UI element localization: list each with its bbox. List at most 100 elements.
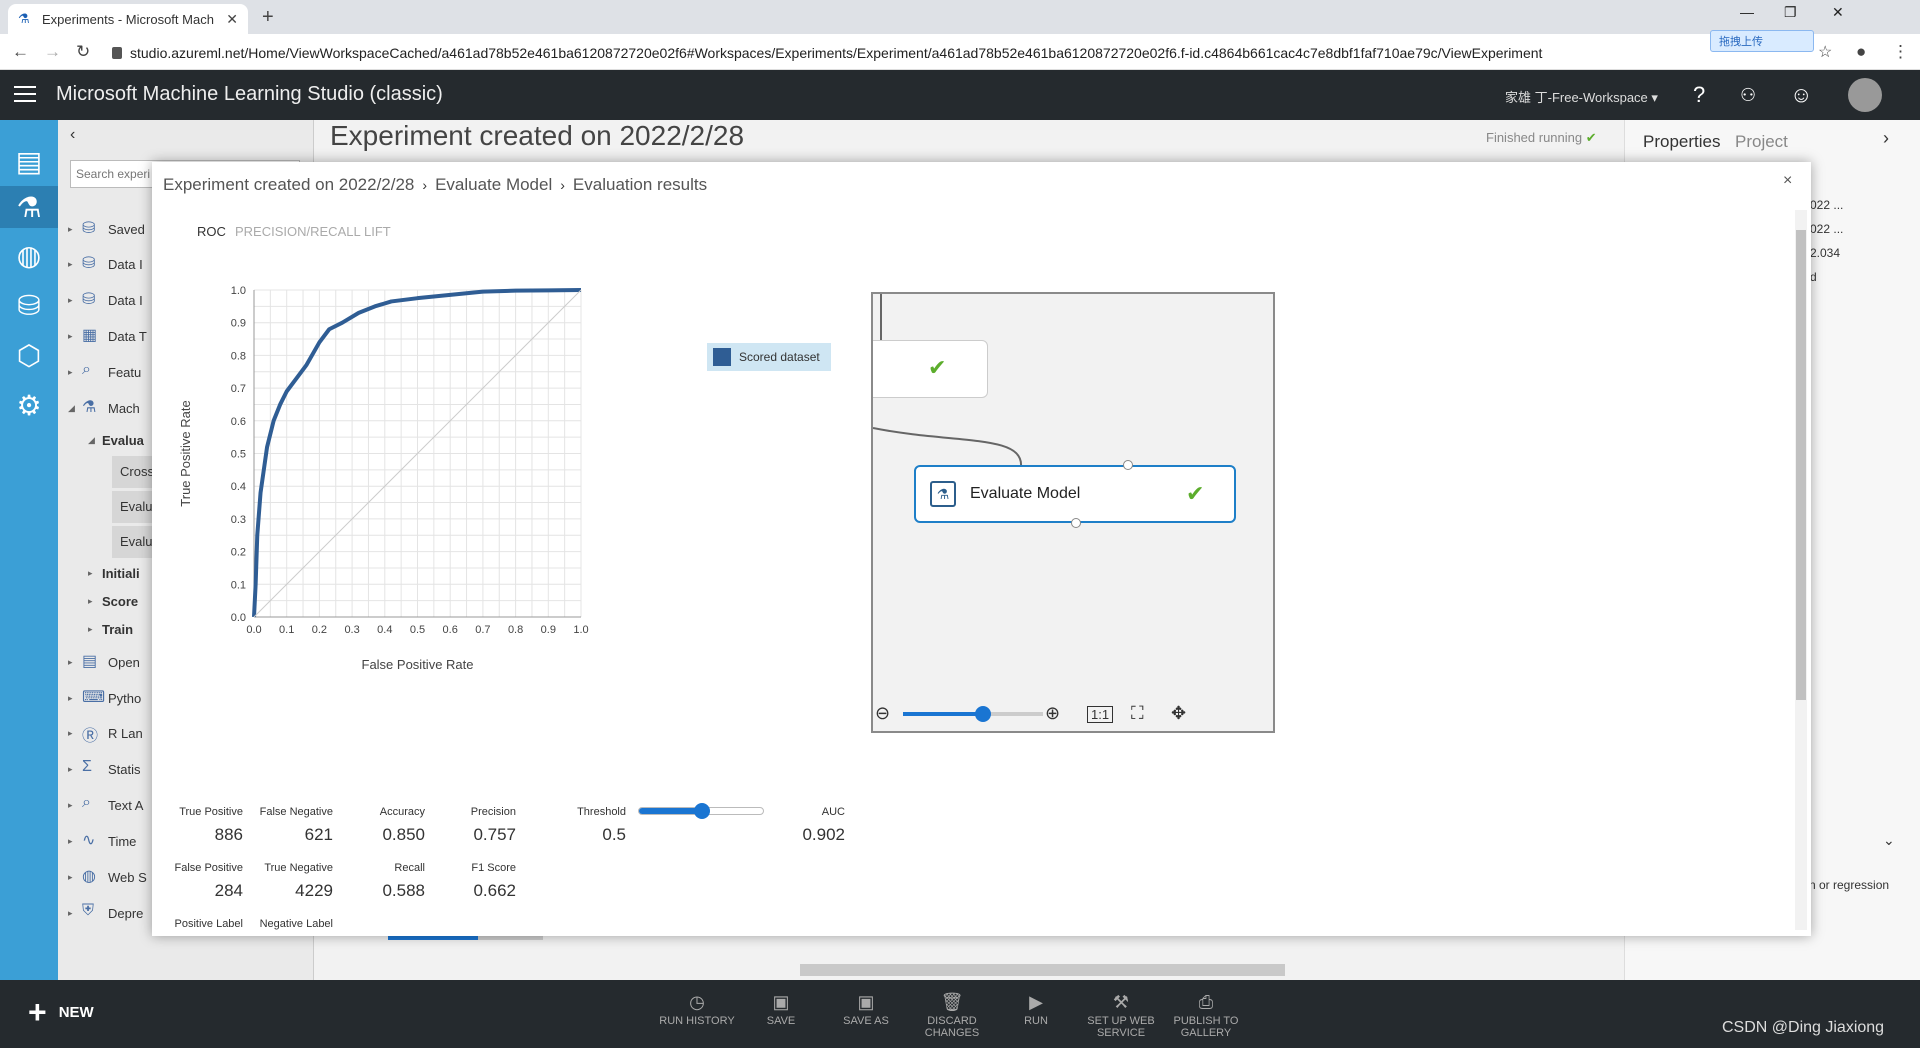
run-history-button[interactable]: ◷ RUN HISTORY	[657, 992, 737, 1027]
community-icon[interactable]: ⚇	[1740, 85, 1756, 106]
profile-icon[interactable]: ●	[1856, 42, 1866, 62]
collapse-palette-icon[interactable]: ‹	[70, 126, 75, 144]
avatar[interactable]	[1848, 78, 1882, 112]
breadcrumb-experiment[interactable]: Experiment created on 2022/2/28	[163, 175, 414, 194]
forward-icon[interactable]: →	[44, 42, 61, 62]
set-up-web-service-button[interactable]: ⚒ SET UP WEB SERVICE	[1081, 992, 1161, 1039]
close-dialog-icon[interactable]: ×	[1783, 172, 1792, 190]
palette-category-item[interactable]: ▸ Σ Statis	[68, 754, 141, 784]
zoom-in-icon[interactable]: ⊕	[1045, 703, 1060, 724]
new-tab-button[interactable]: +	[262, 6, 274, 29]
palette-category-item[interactable]: ▸ ⛨ Depre	[68, 898, 143, 928]
collapsed-caret-icon[interactable]: ▸	[68, 908, 82, 919]
settings-gear-icon[interactable]: ⚙	[8, 384, 50, 426]
palette-category-item[interactable]: ▸ Ⓡ R Lan	[68, 718, 143, 748]
workspace-selector[interactable]: 家雄 丁-Free-Workspace ▾	[1505, 87, 1658, 106]
collapsed-caret-icon[interactable]: ▸	[68, 259, 82, 270]
collapsed-caret-icon[interactable]: ▸	[68, 800, 82, 811]
browser-tab[interactable]: ⚗ Experiments - Microsoft Mach ✕	[8, 4, 248, 34]
url-field[interactable]: studio.azureml.net/Home/ViewWorkspaceCac…	[112, 40, 1812, 66]
palette-category-item[interactable]: ▸ ⌨ Pytho	[68, 683, 141, 713]
collapsed-caret-icon[interactable]: ▸	[68, 872, 82, 883]
evaluate-model-node[interactable]: ⚗ Evaluate Model ✔	[914, 465, 1236, 523]
feedback-smile-icon[interactable]: ☺	[1790, 82, 1812, 108]
pan-icon[interactable]: ✥	[1171, 703, 1186, 724]
tab-project[interactable]: Project	[1735, 132, 1788, 152]
chart-legend[interactable]: Scored dataset	[707, 343, 831, 371]
collapsed-caret-icon[interactable]: ▸	[68, 657, 82, 668]
palette-category-item[interactable]: ◢ ⚗ Mach	[68, 393, 140, 423]
actual-size-icon[interactable]: 1:1	[1087, 706, 1114, 723]
run-button[interactable]: ▶ RUN	[996, 992, 1076, 1027]
back-icon[interactable]: ←	[12, 42, 29, 62]
zoom-out-icon[interactable]: ⊖	[875, 703, 890, 724]
menu-dots-icon[interactable]: ⋮	[1892, 42, 1909, 62]
collapsed-caret-icon[interactable]: ▸	[68, 836, 82, 847]
experiments-flask-icon[interactable]: ⚗	[0, 186, 58, 228]
tab-properties[interactable]: Properties	[1643, 132, 1720, 152]
tab-close-icon[interactable]: ✕	[226, 11, 238, 28]
collapsed-caret-icon[interactable]: ▸	[68, 728, 82, 739]
scrollbar-thumb[interactable]	[1796, 230, 1806, 700]
collapsed-caret-icon[interactable]: ▸	[68, 331, 82, 342]
palette-category-item[interactable]: ▸ ⛁ Data I	[68, 285, 143, 315]
save-button[interactable]: ▣ SAVE	[741, 992, 821, 1027]
palette-category-item[interactable]: ▸ ▦ Data T	[68, 321, 147, 351]
collapsed-caret-icon[interactable]: ▸	[68, 693, 82, 704]
minimap-zoom-slider[interactable]	[903, 706, 1043, 722]
datasets-icon[interactable]: ⛁	[8, 284, 50, 326]
dialog-scrollbar[interactable]	[1795, 210, 1807, 930]
collapsed-caret-icon[interactable]: ▸	[88, 568, 102, 579]
palette-category-item[interactable]: ▸ ⌕ Featu	[68, 357, 141, 387]
tab-precision-recall[interactable]: PRECISION/RECALL	[235, 224, 361, 239]
palette-category-item[interactable]: ▸ ⛁ Data I	[68, 249, 143, 279]
collapsed-caret-icon[interactable]: ▸	[68, 295, 82, 306]
breadcrumb-module[interactable]: Evaluate Model	[435, 175, 552, 194]
expanded-caret-icon[interactable]: ◢	[68, 403, 82, 414]
save-as-button[interactable]: ▣ SAVE AS	[826, 992, 906, 1027]
chevron-down-icon[interactable]: ⌄	[1883, 832, 1895, 849]
palette-category-item[interactable]: ▸ ⛁ Saved	[68, 214, 145, 244]
collapsed-caret-icon[interactable]: ▸	[68, 224, 82, 235]
collapsed-caret-icon[interactable]: ▸	[88, 596, 102, 607]
palette-category-item[interactable]: ▸ Score	[88, 586, 138, 616]
output-port[interactable]	[1071, 518, 1081, 528]
expand-right-icon[interactable]: ›	[1883, 128, 1889, 149]
experiment-minimap[interactable]: ✔ ⚗ Evaluate Model ✔ ⊖ ⊕ 1:1 ⛶ ✥	[871, 292, 1275, 733]
palette-category-item[interactable]: ▸ Initiali	[88, 558, 140, 588]
collapsed-caret-icon[interactable]: ▸	[68, 764, 82, 775]
threshold-slider-knob[interactable]	[694, 803, 710, 819]
canvas-horizontal-scrollbar[interactable]	[800, 964, 1285, 976]
upload-extension[interactable]: 拖拽上传	[1710, 30, 1814, 52]
close-window-icon[interactable]: ✕	[1832, 4, 1844, 21]
web-services-globe-icon[interactable]: ◍	[8, 234, 50, 276]
expanded-caret-icon[interactable]: ◢	[88, 435, 102, 446]
threshold-slider[interactable]	[638, 803, 764, 819]
module-node[interactable]: ✔	[873, 340, 988, 398]
palette-category-item[interactable]: ◢ Evalua	[88, 425, 144, 455]
hamburger-menu-icon[interactable]	[14, 86, 36, 102]
new-button[interactable]: + NEW	[28, 996, 94, 1028]
trained-models-cube-icon[interactable]: ⬡	[8, 334, 50, 376]
star-icon[interactable]: ☆	[1818, 42, 1832, 62]
collapsed-caret-icon[interactable]: ▸	[68, 367, 82, 378]
canvas-zoom-slider[interactable]	[388, 936, 543, 940]
discard-changes-button[interactable]: 🗑 DISCARD CHANGES	[912, 992, 992, 1039]
collapsed-caret-icon[interactable]: ▸	[88, 624, 102, 635]
help-icon[interactable]: ?	[1693, 82, 1705, 108]
projects-icon[interactable]: ▤	[8, 140, 50, 182]
tab-lift[interactable]: LIFT	[364, 224, 391, 239]
maximize-icon[interactable]: ❐	[1784, 4, 1797, 21]
reload-icon[interactable]: ↻	[76, 42, 90, 62]
palette-category-item[interactable]: ▸ Train	[88, 614, 133, 644]
palette-category-item[interactable]: ▸ ▤ Open	[68, 647, 140, 677]
publish-to-gallery-button[interactable]: ⎙ PUBLISH TO GALLERY	[1166, 992, 1246, 1039]
fit-to-screen-icon[interactable]: ⛶	[1131, 703, 1144, 724]
minimize-icon[interactable]: —	[1740, 4, 1754, 20]
input-port[interactable]	[1123, 460, 1133, 470]
tab-roc[interactable]: ROC	[197, 224, 226, 239]
palette-category-item[interactable]: ▸ ∿ Time	[68, 826, 136, 856]
palette-category-item[interactable]: ▸ ⌕ Text A	[68, 790, 143, 820]
palette-category-item[interactable]: ▸ ◍ Web S	[68, 862, 147, 892]
slider-knob[interactable]	[975, 706, 991, 722]
